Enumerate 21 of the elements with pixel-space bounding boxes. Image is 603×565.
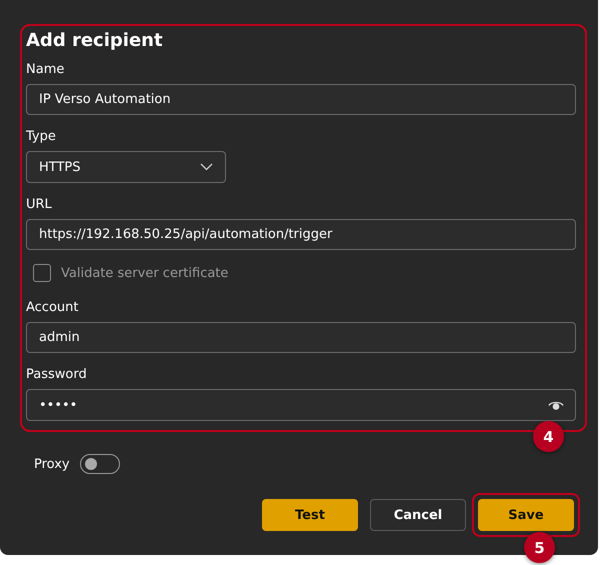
dialog-title: Add recipient bbox=[26, 29, 164, 53]
dialog-button[interactable]: Save bbox=[478, 499, 574, 531]
step-badge: 5 bbox=[524, 532, 555, 563]
field-label: Name bbox=[26, 62, 66, 78]
field-label: Account bbox=[26, 300, 80, 316]
checkbox-label: Validate server certificate bbox=[61, 266, 228, 280]
input-field[interactable]: IP Verso Automation bbox=[26, 84, 576, 115]
dropdown[interactable]: HTTPS bbox=[26, 151, 226, 183]
input-field[interactable]: https://192.168.50.25/api/automation/trigger bbox=[26, 219, 576, 250]
field-label: Type bbox=[26, 129, 57, 145]
proxy-label: Proxy bbox=[34, 456, 70, 472]
dialog-button[interactable]: Cancel bbox=[370, 499, 466, 531]
input-field[interactable]: admin bbox=[26, 322, 576, 353]
field-label: Password bbox=[26, 367, 88, 383]
password-field[interactable]: ••••• bbox=[26, 389, 576, 421]
field-label: URL bbox=[26, 197, 53, 213]
chevron-down-icon bbox=[200, 163, 213, 171]
step-badge: 4 bbox=[533, 421, 564, 452]
dialog-button[interactable]: Test bbox=[262, 499, 358, 531]
toggle-switch[interactable] bbox=[80, 454, 120, 474]
eye-icon[interactable] bbox=[548, 399, 564, 411]
